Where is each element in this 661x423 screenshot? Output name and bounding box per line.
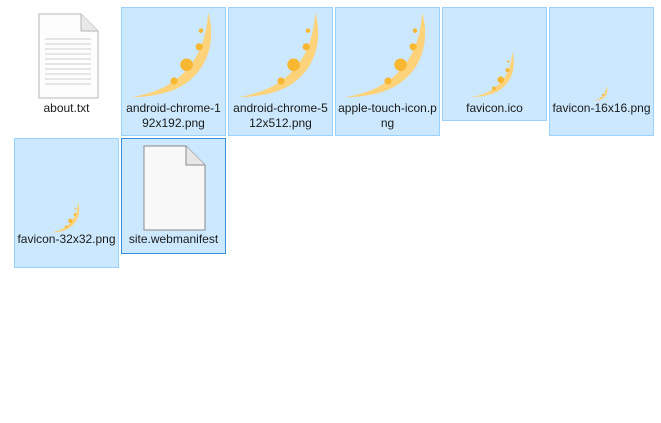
crescent-moon-thumbnail bbox=[122, 8, 225, 98]
file-item-android-chrome-192[interactable]: android-chrome-192x192.png bbox=[121, 7, 226, 136]
file-name-label: favicon-16x16.png bbox=[552, 101, 651, 115]
file-name-label: site.webmanifest bbox=[128, 232, 219, 246]
file-name-label: about.txt bbox=[43, 101, 90, 115]
file-name-label: android-chrome-192x192.png bbox=[126, 101, 221, 130]
file-name-label: favicon.ico bbox=[466, 101, 523, 115]
file-item-apple-touch-icon[interactable]: apple-touch-icon.png bbox=[335, 7, 440, 136]
crescent-moon-thumbnail bbox=[550, 8, 653, 98]
text-file-icon bbox=[15, 8, 118, 99]
file-item-favicon-32x32[interactable]: favicon-32x32.png bbox=[14, 138, 119, 268]
file-name-label: android-chrome-512x512.png bbox=[233, 101, 328, 130]
file-item-favicon-16x16[interactable]: favicon-16x16.png bbox=[549, 7, 654, 136]
file-name-label: favicon-32x32.png bbox=[17, 232, 116, 246]
file-item-android-chrome-512[interactable]: android-chrome-512x512.png bbox=[228, 7, 333, 136]
crescent-moon-thumbnail bbox=[336, 8, 439, 98]
crescent-moon-thumbnail bbox=[229, 8, 332, 98]
file-item-about-txt[interactable]: about.txt bbox=[14, 7, 119, 123]
file-name-label: apple-touch-icon.png bbox=[338, 101, 437, 130]
crescent-moon-thumbnail bbox=[15, 139, 118, 229]
file-explorer-icon-view: about.txt android-chrome-192x192.png and… bbox=[0, 0, 661, 423]
file-item-site-webmanifest[interactable]: site.webmanifest bbox=[121, 138, 226, 254]
crescent-moon-thumbnail bbox=[443, 8, 546, 98]
file-item-favicon-ico[interactable]: favicon.ico bbox=[442, 7, 547, 121]
blank-file-icon bbox=[122, 139, 225, 231]
